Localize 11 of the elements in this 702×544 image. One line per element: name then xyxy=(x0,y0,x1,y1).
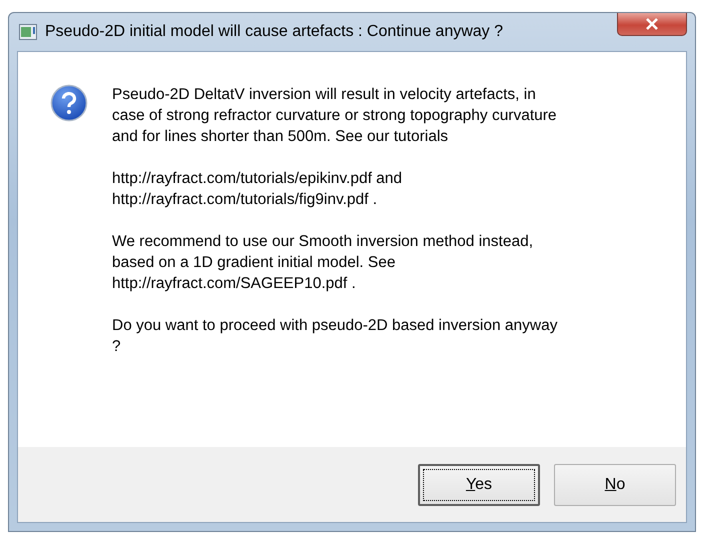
message-paragraph: Pseudo-2D DeltatV inversion will result in velocity artefacts, in case of strong refractor curvature or strong topography curvature and for lines shorter than 500m. See our tutorials xyxy=(112,85,558,147)
message-paragraph: We recommend to use our Smooth inversion method instead, based on a 1D gradient initial model. See http://rayfract.com/SAGEEP10.pdf . xyxy=(112,232,534,294)
close-button[interactable] xyxy=(617,13,687,36)
message-paragraph: Do you want to proceed with pseudo-2D based inversion anyway ? xyxy=(112,316,558,357)
dialog-button[interactable]: Yes xyxy=(418,464,540,506)
window-icon xyxy=(19,24,37,40)
dialog-button[interactable]: No xyxy=(554,464,676,506)
window-title: Pseudo-2D initial model will cause artefacts : Continue anyway ? xyxy=(45,23,504,41)
message-paragraph: http://rayfract.com/tutorials/epikinv.pdf and http://rayfract.com/tutorials/fig9inv.pdf . xyxy=(112,169,404,210)
close-icon xyxy=(644,18,660,30)
question-icon xyxy=(50,84,88,122)
